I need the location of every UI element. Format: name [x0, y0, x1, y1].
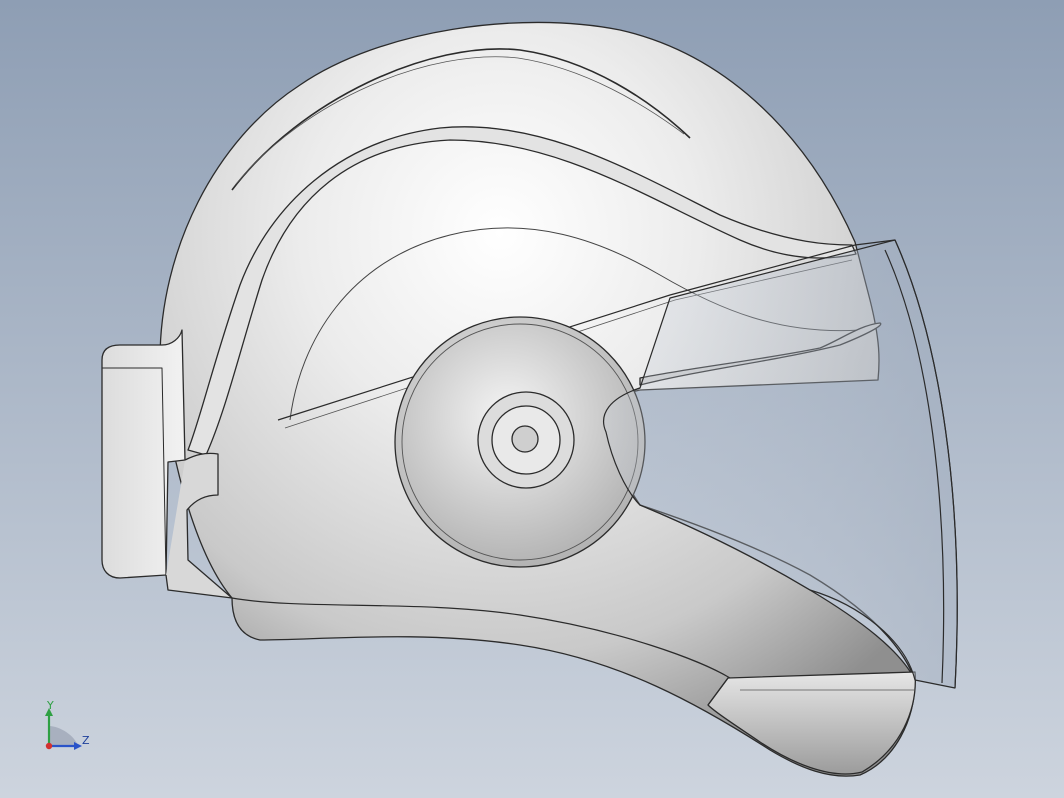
- orientation-triad: Y Z: [40, 698, 100, 758]
- graphics-viewport[interactable]: Y Z: [0, 0, 1064, 798]
- z-axis-label: Z: [82, 734, 90, 747]
- y-axis-label: Y: [47, 699, 54, 712]
- z-axis-arrow-icon: [74, 742, 82, 750]
- pivot-screw[interactable]: [511, 425, 539, 453]
- helmet-model-view[interactable]: [0, 0, 1064, 798]
- axis-origin-icon: [45, 742, 53, 750]
- triad-plane-shade: [49, 726, 78, 746]
